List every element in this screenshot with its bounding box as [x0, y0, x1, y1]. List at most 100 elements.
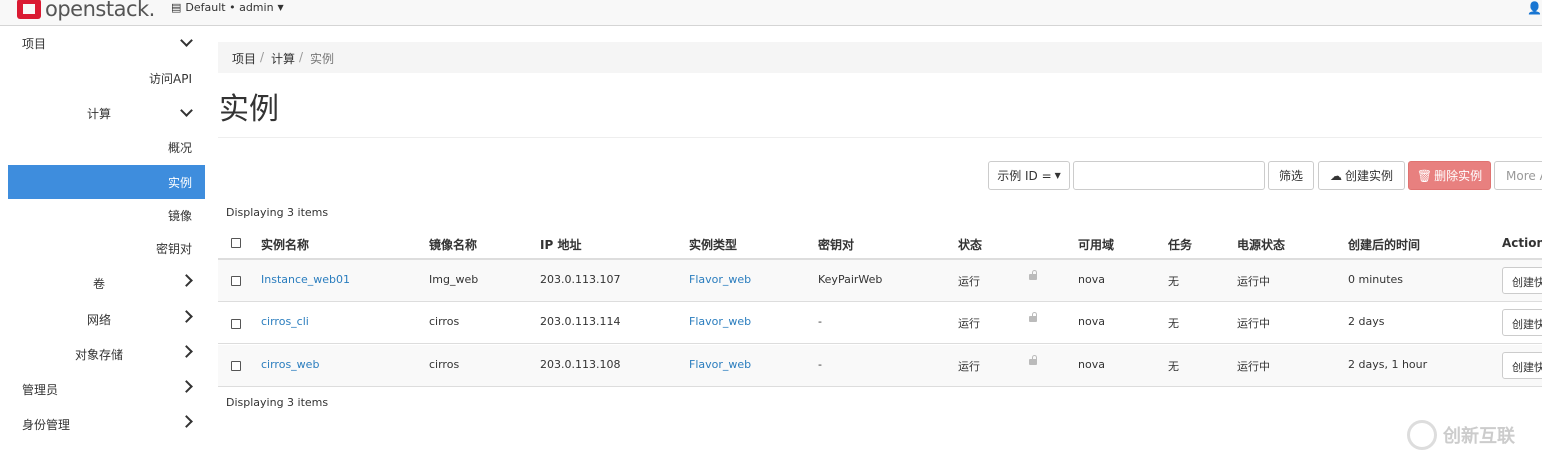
chevron-right-icon — [180, 345, 193, 359]
ip-address: 203.0.113.107 — [540, 273, 621, 286]
cloud-upload-icon: ☁ — [1329, 168, 1342, 183]
sidebar-item-project[interactable]: 项目 — [8, 26, 205, 60]
flavor-link[interactable]: Flavor_web — [689, 273, 751, 286]
image-name: Img_web — [429, 273, 479, 286]
col-name[interactable]: 实例名称 — [261, 236, 309, 253]
filter-button-label: 筛选 — [1278, 169, 1303, 183]
sidebar-item-label: 卷 — [93, 277, 106, 291]
sidebar-item-compute[interactable]: 计算 — [8, 96, 205, 130]
sidebar-item-keypairs[interactable]: 密钥对 — [8, 231, 205, 265]
sidebar-item-label: 对象存储 — [75, 348, 124, 362]
filter-button[interactable]: 筛选 — [1268, 161, 1314, 190]
trash-icon: 🗑 — [1416, 168, 1433, 183]
table-row: cirros_cli cirros 203.0.113.114 Flavor_w… — [218, 302, 1542, 344]
sidebar-item-label: 镜像 — [167, 209, 192, 223]
col-status[interactable]: 状态 — [958, 236, 982, 253]
sidebar-item-instances[interactable]: 实例 — [8, 165, 205, 199]
project-selector[interactable]: ▤ Default • admin ▼ — [171, 1, 284, 14]
caret-down-icon: ▼ — [1054, 171, 1061, 180]
task: 无 — [1168, 275, 1179, 288]
create-snapshot-button[interactable]: 创建快 — [1502, 309, 1542, 336]
status: 运行 — [958, 360, 980, 373]
lock-icon — [1029, 312, 1037, 322]
sidebar-item-label: 项目 — [22, 37, 47, 51]
watermark: 创新互联 — [1407, 420, 1515, 450]
filter-field-label: 示例 ID = — [997, 169, 1052, 183]
row-checkbox[interactable] — [231, 319, 241, 329]
page-title: 实例 — [219, 92, 279, 127]
availability-zone: nova — [1078, 273, 1105, 286]
item-count-top: Displaying 3 items — [226, 206, 329, 219]
openstack-logo-icon — [17, 0, 41, 19]
chevron-right-icon — [180, 415, 193, 429]
sidebar-item-label: 密钥对 — [155, 242, 192, 256]
sidebar-item-label: 计算 — [87, 107, 112, 121]
caret-down-icon: ▼ — [277, 3, 284, 12]
col-age[interactable]: 创建后的时间 — [1348, 236, 1420, 253]
col-ip[interactable]: IP 地址 — [540, 236, 581, 253]
col-keypair[interactable]: 密钥对 — [818, 236, 854, 253]
col-flavor[interactable]: 实例类型 — [689, 236, 737, 253]
user-icon[interactable]: 👤 — [1527, 1, 1542, 15]
sidebar-item-label: 管理员 — [22, 383, 59, 397]
flavor-link[interactable]: Flavor_web — [689, 358, 751, 371]
instance-name-link[interactable]: cirros_web — [261, 358, 319, 371]
row-checkbox[interactable] — [231, 276, 241, 286]
sidebar-item-api-access[interactable]: 访问API — [8, 61, 205, 95]
chevron-right-icon — [180, 310, 193, 324]
sidebar-item-images[interactable]: 镜像 — [8, 198, 205, 232]
power-state: 运行中 — [1237, 317, 1270, 330]
create-instance-button[interactable]: ☁ 创建实例 — [1318, 161, 1405, 190]
table-row: cirros_web cirros 203.0.113.108 Flavor_w… — [218, 345, 1542, 387]
keypair: KeyPairWeb — [818, 273, 883, 286]
col-az[interactable]: 可用域 — [1078, 236, 1114, 253]
row-checkbox[interactable] — [231, 361, 241, 371]
sidebar-item-object-store[interactable]: 对象存储 — [8, 337, 205, 371]
openstack-logo[interactable]: openstack. — [17, 0, 155, 21]
sidebar-item-volumes[interactable]: 卷 — [8, 266, 205, 300]
sidebar-item-identity[interactable]: 身份管理 — [8, 407, 205, 441]
select-all-checkbox[interactable] — [231, 238, 241, 248]
create-snapshot-button[interactable]: 创建快 — [1502, 352, 1542, 379]
breadcrumb-project[interactable]: 项目 — [232, 50, 256, 67]
ip-address: 203.0.113.108 — [540, 358, 621, 371]
delete-instances-button[interactable]: 🗑 删除实例 — [1408, 161, 1491, 190]
breadcrumb: 项目 / 计算 / 实例 — [218, 42, 1542, 73]
filter-input[interactable] — [1073, 161, 1265, 190]
divider — [218, 137, 1542, 138]
col-power[interactable]: 电源状态 — [1237, 236, 1285, 253]
flavor-link[interactable]: Flavor_web — [689, 315, 751, 328]
chevron-right-icon — [180, 274, 193, 288]
breadcrumb-separator: / — [260, 50, 265, 64]
lock-icon — [1029, 355, 1037, 365]
breadcrumb-compute[interactable]: 计算 — [271, 50, 295, 67]
sidebar-item-label: 概况 — [167, 141, 192, 155]
sidebar-item-network[interactable]: 网络 — [8, 302, 205, 336]
col-actions: Actions — [1502, 236, 1542, 250]
sidebar-item-admin[interactable]: 管理员 — [8, 372, 205, 406]
chevron-down-icon — [180, 104, 193, 118]
col-task[interactable]: 任务 — [1168, 236, 1192, 253]
age: 2 days, 1 hour — [1348, 358, 1428, 371]
create-snapshot-button[interactable]: 创建快 — [1502, 267, 1542, 294]
keypair: - — [818, 315, 822, 328]
more-actions-button[interactable]: More A — [1494, 161, 1542, 190]
instance-name-link[interactable]: Instance_web01 — [261, 273, 350, 286]
filter-field-select[interactable]: 示例 ID = ▼ — [988, 161, 1070, 190]
project-icon: ▤ — [171, 1, 182, 14]
col-image[interactable]: 镜像名称 — [429, 236, 477, 253]
age: 2 days — [1348, 315, 1385, 328]
project-selector-label: Default • admin — [185, 1, 274, 14]
sidebar-item-overview[interactable]: 概况 — [8, 130, 205, 164]
watermark-logo-icon — [1407, 420, 1437, 450]
instance-name-link[interactable]: cirros_cli — [261, 315, 309, 328]
status: 运行 — [958, 317, 980, 330]
power-state: 运行中 — [1237, 275, 1270, 288]
image-name: cirros — [429, 358, 460, 371]
table-row: Instance_web01 Img_web 203.0.113.107 Fla… — [218, 260, 1542, 302]
logo-text: openstack. — [45, 0, 155, 21]
top-navbar: openstack. ▤ Default • admin ▼ 👤 — [0, 0, 1542, 26]
keypair: - — [818, 358, 822, 371]
chevron-down-icon — [180, 34, 193, 48]
task: 无 — [1168, 360, 1179, 373]
